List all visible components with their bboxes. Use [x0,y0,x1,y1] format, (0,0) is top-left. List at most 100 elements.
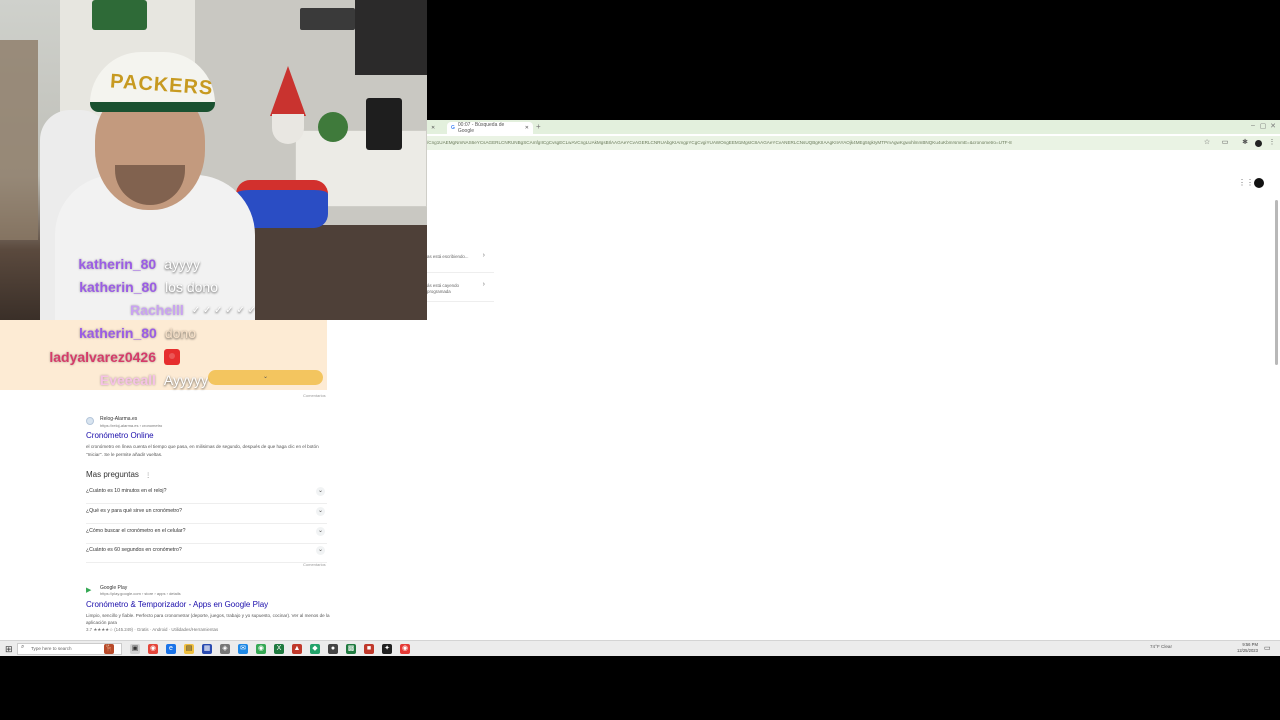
people-also-ask-title: Mas preguntas ⋮ [86,470,151,479]
side-card-text: as está escribiendo... [427,254,469,259]
app-icon[interactable]: ◆ [310,644,320,654]
speaker [366,98,402,150]
chat-username: Rachelll [130,302,184,318]
pinned-app-icon[interactable]: 🦌 [104,644,114,654]
search-icon: ⌕ [21,644,25,650]
tab-active[interactable]: G 00:07 - Búsqueda de Google ✕ [447,122,533,134]
app-icon[interactable]: ✦ [382,644,392,654]
app-icon[interactable]: ● [328,644,338,654]
scrollbar[interactable] [1275,200,1278,365]
wall-shelf [300,8,355,30]
app-icon[interactable]: ◈ [220,644,230,654]
result-title-link[interactable]: Cronómetro Online [86,431,154,440]
system-clock[interactable]: 9:56 PM 12/25/2023 [1237,642,1258,654]
new-tab-button[interactable]: + [536,122,541,132]
site-favicon-icon [86,417,94,425]
account-avatar[interactable] [1254,178,1264,188]
comments-link[interactable]: Comentarios [303,393,326,398]
result-source-url: https://reloj-alarma.es › cronometro [100,423,163,428]
chrome-profile-icon[interactable]: ◉ [256,644,266,654]
store-icon[interactable]: ▦ [202,644,212,654]
app-icon[interactable]: ▩ [346,644,356,654]
app-icon[interactable]: ■ [364,644,374,654]
window [355,0,427,75]
tab-close-icon[interactable]: ✕ [431,125,435,131]
chat-username: katherin_80 [79,325,157,341]
gnome-hat [270,66,306,116]
chrome-icon[interactable]: ◉ [148,644,158,654]
paa-question-text: ¿Cómo buscar el cronómetro en el celular… [86,528,186,534]
chat-text: dono [164,325,196,341]
mail-icon[interactable]: ✉ [238,644,248,654]
chat-message: katherin_80 ayyyy [0,254,200,274]
chat-message: Rachelll ✓ ✓ ✓ ✓ ✓ ✓ [0,300,256,320]
shelf [0,40,38,240]
windows-start-icon[interactable]: ⊞ [5,644,13,655]
puzzle-icon[interactable]: ✱ [1240,139,1250,147]
chat-username: ladyalvarez0426 [49,349,156,365]
side-card-1[interactable]: as está escribiendo... › [427,248,494,273]
christmas-decoration [92,0,147,30]
result-source-name: Relog-Alarma.es [100,416,138,422]
task-view-icon[interactable]: ▣ [130,644,140,654]
side-card-2[interactable]: ás está cayendo programada › [427,277,494,302]
chat-text: Ayyyyy [163,372,208,388]
notification-icon[interactable]: ▭ [1264,644,1271,652]
more-options-icon[interactable]: ⋮ [145,473,151,479]
cast-icon[interactable]: ▭ [1220,139,1230,147]
plant [318,112,348,142]
chat-message: katherin_80 los dono [0,277,218,297]
result-snippet: Limpio, sencillo y fiable. Perfecto para… [86,613,330,625]
url-field[interactable]: /Cng1UAEMgNmNAS6eYCsAGERLCNRUNBgSCAmfgII… [427,138,1157,148]
clock-date: 12/25/2023 [1237,648,1258,653]
menu-icon[interactable]: ⋮ [1267,139,1277,147]
chevron-down-icon: ⌄ [316,507,325,516]
chat-message: katherin_80 dono [0,323,196,343]
app-icon[interactable]: ▲ [292,644,302,654]
alert-bar: ⌄ [208,370,323,385]
apps-grid-icon[interactable]: ⋮⋮ [1238,178,1254,187]
star-icon[interactable]: ☆ [1202,139,1212,147]
tab-bar: ✕ G 00:07 - Búsqueda de Google ✕ + – ▢ ✕ [427,120,1280,134]
paa-question[interactable]: ¿Cómo buscar el cronómetro en el celular… [86,524,327,544]
result-rating: 3.7 ★★★★☆ (145.249) · Gratis · Android ·… [86,627,219,632]
minimize-button[interactable]: – [1248,122,1258,129]
chat-username: katherin_80 [79,279,158,295]
tab-close-icon[interactable]: ✕ [525,125,529,131]
comments-link[interactable]: Comentarios [303,562,326,567]
side-card-text: ás está cayendo programada [427,283,459,294]
chat-message: Eveeeall Ayyyyy [0,370,208,390]
result-source-url: https://play.google.com › store › apps ›… [100,591,181,596]
maximize-button[interactable]: ▢ [1258,122,1268,130]
close-button[interactable]: ✕ [1268,122,1278,130]
tab-title: 00:07 - Búsqueda de Google [457,122,505,134]
edge-icon[interactable]: e [166,644,176,654]
profile-icon[interactable] [1255,140,1262,147]
taskbar: ⊞ Type here to search ⌕ 🦌 ▣ ◉ e ▤ ▦ ◈ ✉ … [0,640,1280,656]
result-title-link[interactable]: Cronómetro & Temporizador - Apps en Goog… [86,600,268,609]
paa-title-text: Mas preguntas [86,470,139,479]
file-explorer-icon[interactable]: ▤ [184,644,194,654]
chat-message: ladyalvarez0426 [0,347,180,367]
chat-text: ayyyy [164,256,200,272]
chat-username: Eveeeall [99,372,156,388]
address-bar: /Cng1UAEMgNmNAS6eYCsAGERLCNRUNBgSCAmfgII… [427,136,1280,150]
paa-question[interactable]: ¿Qué es y para qué sirve un cronómetro? … [86,504,327,524]
paa-question-text: ¿Qué es y para qué sirve un cronómetro? [86,508,183,514]
chevron-down-icon: ⌄ [316,546,325,555]
siren-emote-icon [164,349,180,365]
paa-question[interactable]: ¿Cuánto es 60 segundos en cronómetro? ⌄ [86,543,327,563]
paa-question-text: ¿Cuánto es 60 segundos en cronómetro? [86,547,182,553]
chat-text: ✓ ✓ ✓ ✓ ✓ ✓ [191,304,256,316]
result-snippet: el cronómetro en línea cuenta el tiempo … [86,444,319,457]
excel-icon[interactable]: X [274,644,284,654]
google-play-icon: ▶ [86,587,92,594]
app-icon[interactable]: ◉ [400,644,410,654]
google-icon: G [451,125,455,131]
chat-text: los dono [165,279,218,295]
chevron-right-icon: › [482,252,485,259]
chat-username: katherin_80 [78,256,157,272]
weather-widget[interactable]: 74°F Clear [1150,644,1172,649]
paa-question[interactable]: ¿Cuánto es 10 minutos en el reloj? ⌄ [86,484,327,504]
chevron-down-icon: ⌄ [316,487,325,496]
